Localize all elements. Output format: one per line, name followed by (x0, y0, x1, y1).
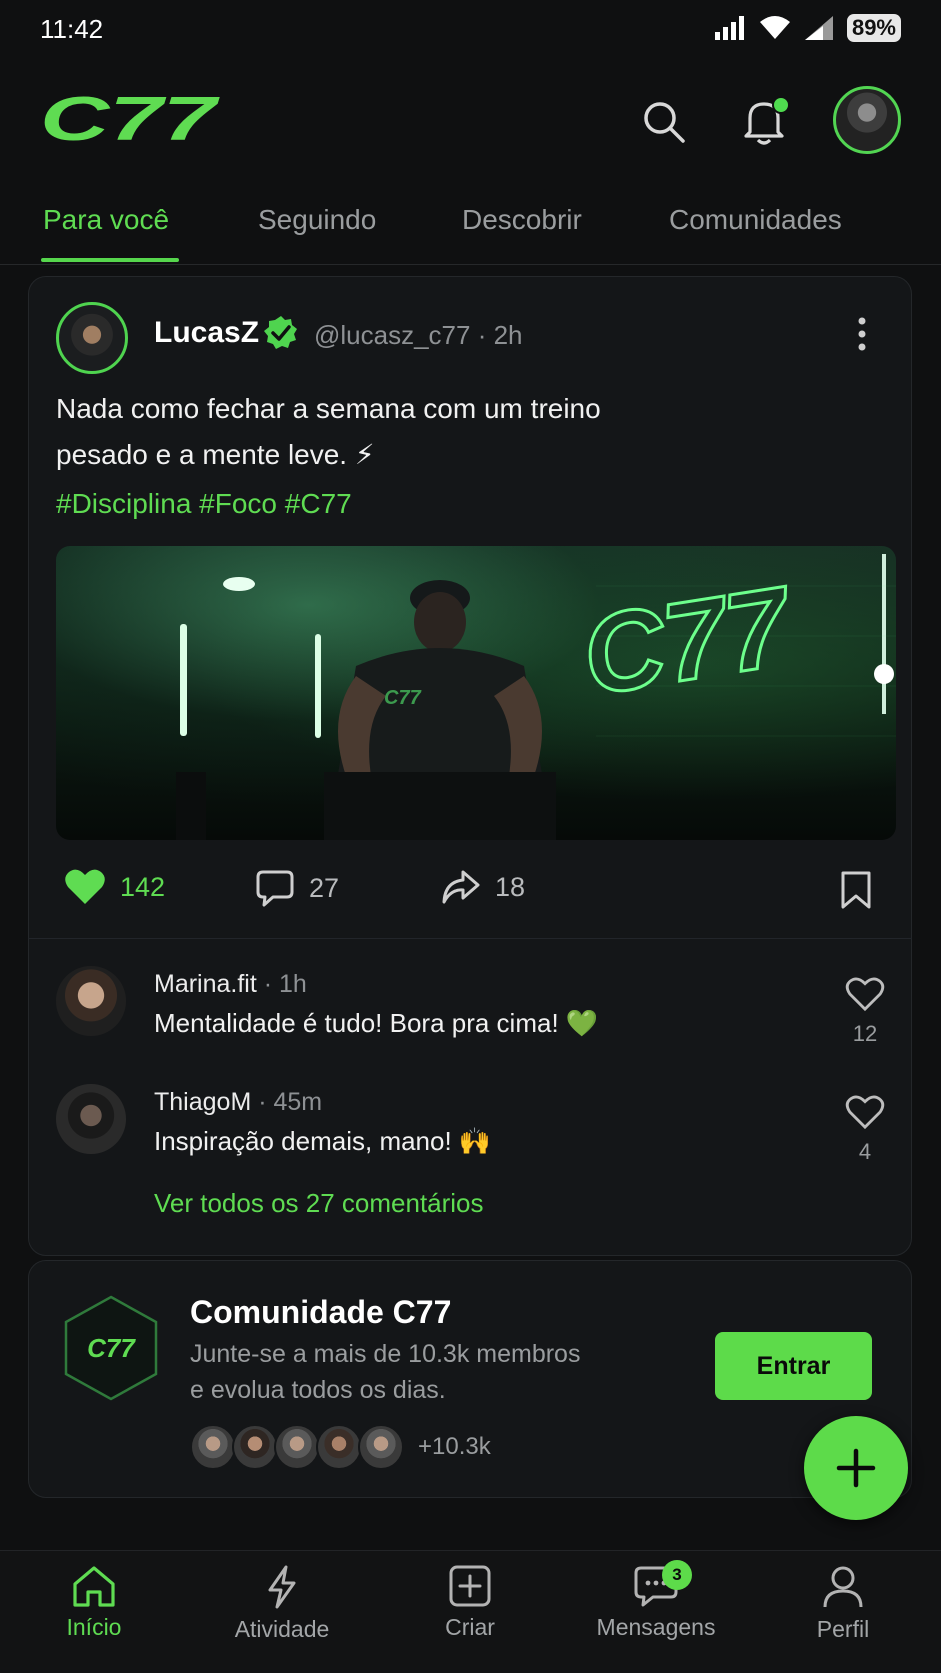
add-square-icon (449, 1565, 491, 1607)
member-count: +10.3k (418, 1433, 491, 1460)
community-description-line: Junte-se a mais de 10.3k membros (190, 1340, 581, 1368)
user-icon (823, 1566, 863, 1608)
community-description: Junte-se a mais de 10.3k membros e evolu… (190, 1336, 610, 1408)
gym-scene-illustration: C77 C77 (176, 554, 896, 840)
status-icons: 89% (714, 14, 901, 42)
heart-outline-icon (845, 977, 885, 1012)
comment-text: Inspiração demais, mano! 🙌 (154, 1126, 492, 1156)
community-title[interactable]: Comunidade C77 (190, 1294, 451, 1331)
comment-like-count: 12 (852, 1021, 878, 1046)
svg-text:C77: C77 (384, 687, 422, 709)
comment-like-count: 4 (858, 1139, 872, 1164)
comment-time: · 1h (256, 970, 307, 998)
join-community-button[interactable]: Entrar (715, 1332, 872, 1400)
comment-like-button[interactable]: 4 (843, 1094, 887, 1165)
nav-atividade[interactable]: Atividade (207, 1564, 357, 1643)
app-logo[interactable]: C77 (40, 85, 220, 154)
nav-mensagens[interactable]: Mensagens (581, 1564, 731, 1641)
logo-mark: C77 (40, 85, 220, 154)
tab-comunidades[interactable]: Comunidades (669, 186, 842, 262)
member-avatar (190, 1424, 236, 1470)
home-icon (73, 1566, 115, 1607)
create-post-fab[interactable] (804, 1416, 908, 1520)
nav-label: Criar (445, 1614, 495, 1640)
comment-count: 27 (309, 872, 340, 903)
heart-outline-icon (845, 1095, 885, 1130)
lightning-icon (268, 1565, 296, 1609)
status-time: 11:42 (40, 14, 104, 44)
share-button[interactable]: 18 (441, 868, 525, 906)
signal-icon (714, 16, 744, 40)
view-all-comments-link[interactable]: Ver todos os 27 comentários (154, 1188, 484, 1219)
svg-text:C77: C77 (40, 92, 220, 146)
post-author-avatar[interactable] (56, 302, 128, 374)
comment-time: · 45m (251, 1088, 323, 1116)
comment-icon (256, 870, 294, 907)
nav-criar[interactable]: Criar (395, 1564, 545, 1641)
post-text-line: pesado e a mente leve. ⚡ (56, 439, 375, 470)
notifications-button[interactable] (736, 94, 792, 150)
member-avatar (274, 1424, 320, 1470)
tab-descobrir[interactable]: Descobrir (462, 186, 582, 262)
feed-tabs: Para você Seguindo Descobrir Comunidades (0, 186, 941, 265)
member-avatar (316, 1424, 362, 1470)
verified-icon (262, 314, 300, 357)
search-button[interactable] (636, 94, 692, 150)
svg-text:C77: C77 (87, 1333, 136, 1363)
comment-text: Mentalidade é tudo! Bora pra cima! 💚 (154, 1008, 599, 1038)
post-handle-time: @lucasz_c77 · 2h (314, 320, 523, 350)
comment-avatar[interactable] (56, 1084, 126, 1154)
notification-dot (772, 96, 790, 114)
comment-author-name[interactable]: Marina.fit (154, 970, 257, 998)
hexagon-logo-icon: C77 (64, 1295, 158, 1401)
like-count: 142 (120, 871, 166, 902)
comment-like-button[interactable]: 12 (843, 976, 887, 1047)
post-text-line: Nada como fechar a semana com um treino (56, 393, 601, 424)
heart-filled-icon (65, 869, 105, 904)
plus-icon (836, 1448, 876, 1488)
comment-avatar[interactable] (56, 966, 126, 1036)
comment-author[interactable]: ThiagoM · 45m (154, 1088, 322, 1117)
profile-avatar[interactable] (833, 86, 901, 154)
tab-para-voce[interactable]: Para você (43, 186, 169, 262)
comment-button[interactable]: 27 (255, 868, 339, 908)
tab-seguindo[interactable]: Seguindo (258, 186, 376, 262)
nav-label: Perfil (816, 1616, 870, 1642)
post-text: Nada como fechar a semana com um treino … (56, 386, 756, 478)
active-tab-indicator (41, 258, 179, 262)
community-logo[interactable]: C77 (62, 1294, 160, 1407)
post-hashtags[interactable]: #Disciplina #Foco #C77 (56, 488, 352, 520)
post-image[interactable]: C77 C77 (56, 546, 896, 840)
nav-inicio[interactable]: Início (19, 1564, 169, 1641)
post-author-name[interactable]: LucasZ (154, 316, 259, 350)
member-avatar (232, 1424, 278, 1470)
bookmark-icon (841, 871, 871, 909)
comments-divider (28, 938, 912, 939)
nav-label: Mensagens (596, 1614, 716, 1640)
like-button[interactable]: 142 (64, 868, 165, 906)
nav-label: Atividade (234, 1616, 330, 1642)
bookmark-button[interactable] (840, 870, 872, 915)
comment-author[interactable]: Marina.fit · 1h (154, 970, 307, 999)
messages-badge: 3 (662, 1560, 692, 1590)
share-icon (442, 870, 480, 904)
comment-author-name[interactable]: ThiagoM (154, 1088, 251, 1116)
more-vertical-icon (858, 317, 866, 351)
nav-perfil[interactable]: Perfil (768, 1564, 918, 1643)
cell-signal-icon (804, 16, 833, 40)
more-options-button[interactable] (856, 316, 868, 357)
search-icon (644, 102, 685, 143)
share-count: 18 (495, 871, 526, 902)
wifi-icon (759, 16, 790, 39)
member-avatar (358, 1424, 404, 1470)
nav-label: Início (66, 1614, 122, 1640)
battery-indicator: 89% (846, 14, 901, 42)
community-description-line: e evolua todos os dias. (190, 1376, 446, 1404)
community-members[interactable]: +10.3k (190, 1424, 491, 1470)
